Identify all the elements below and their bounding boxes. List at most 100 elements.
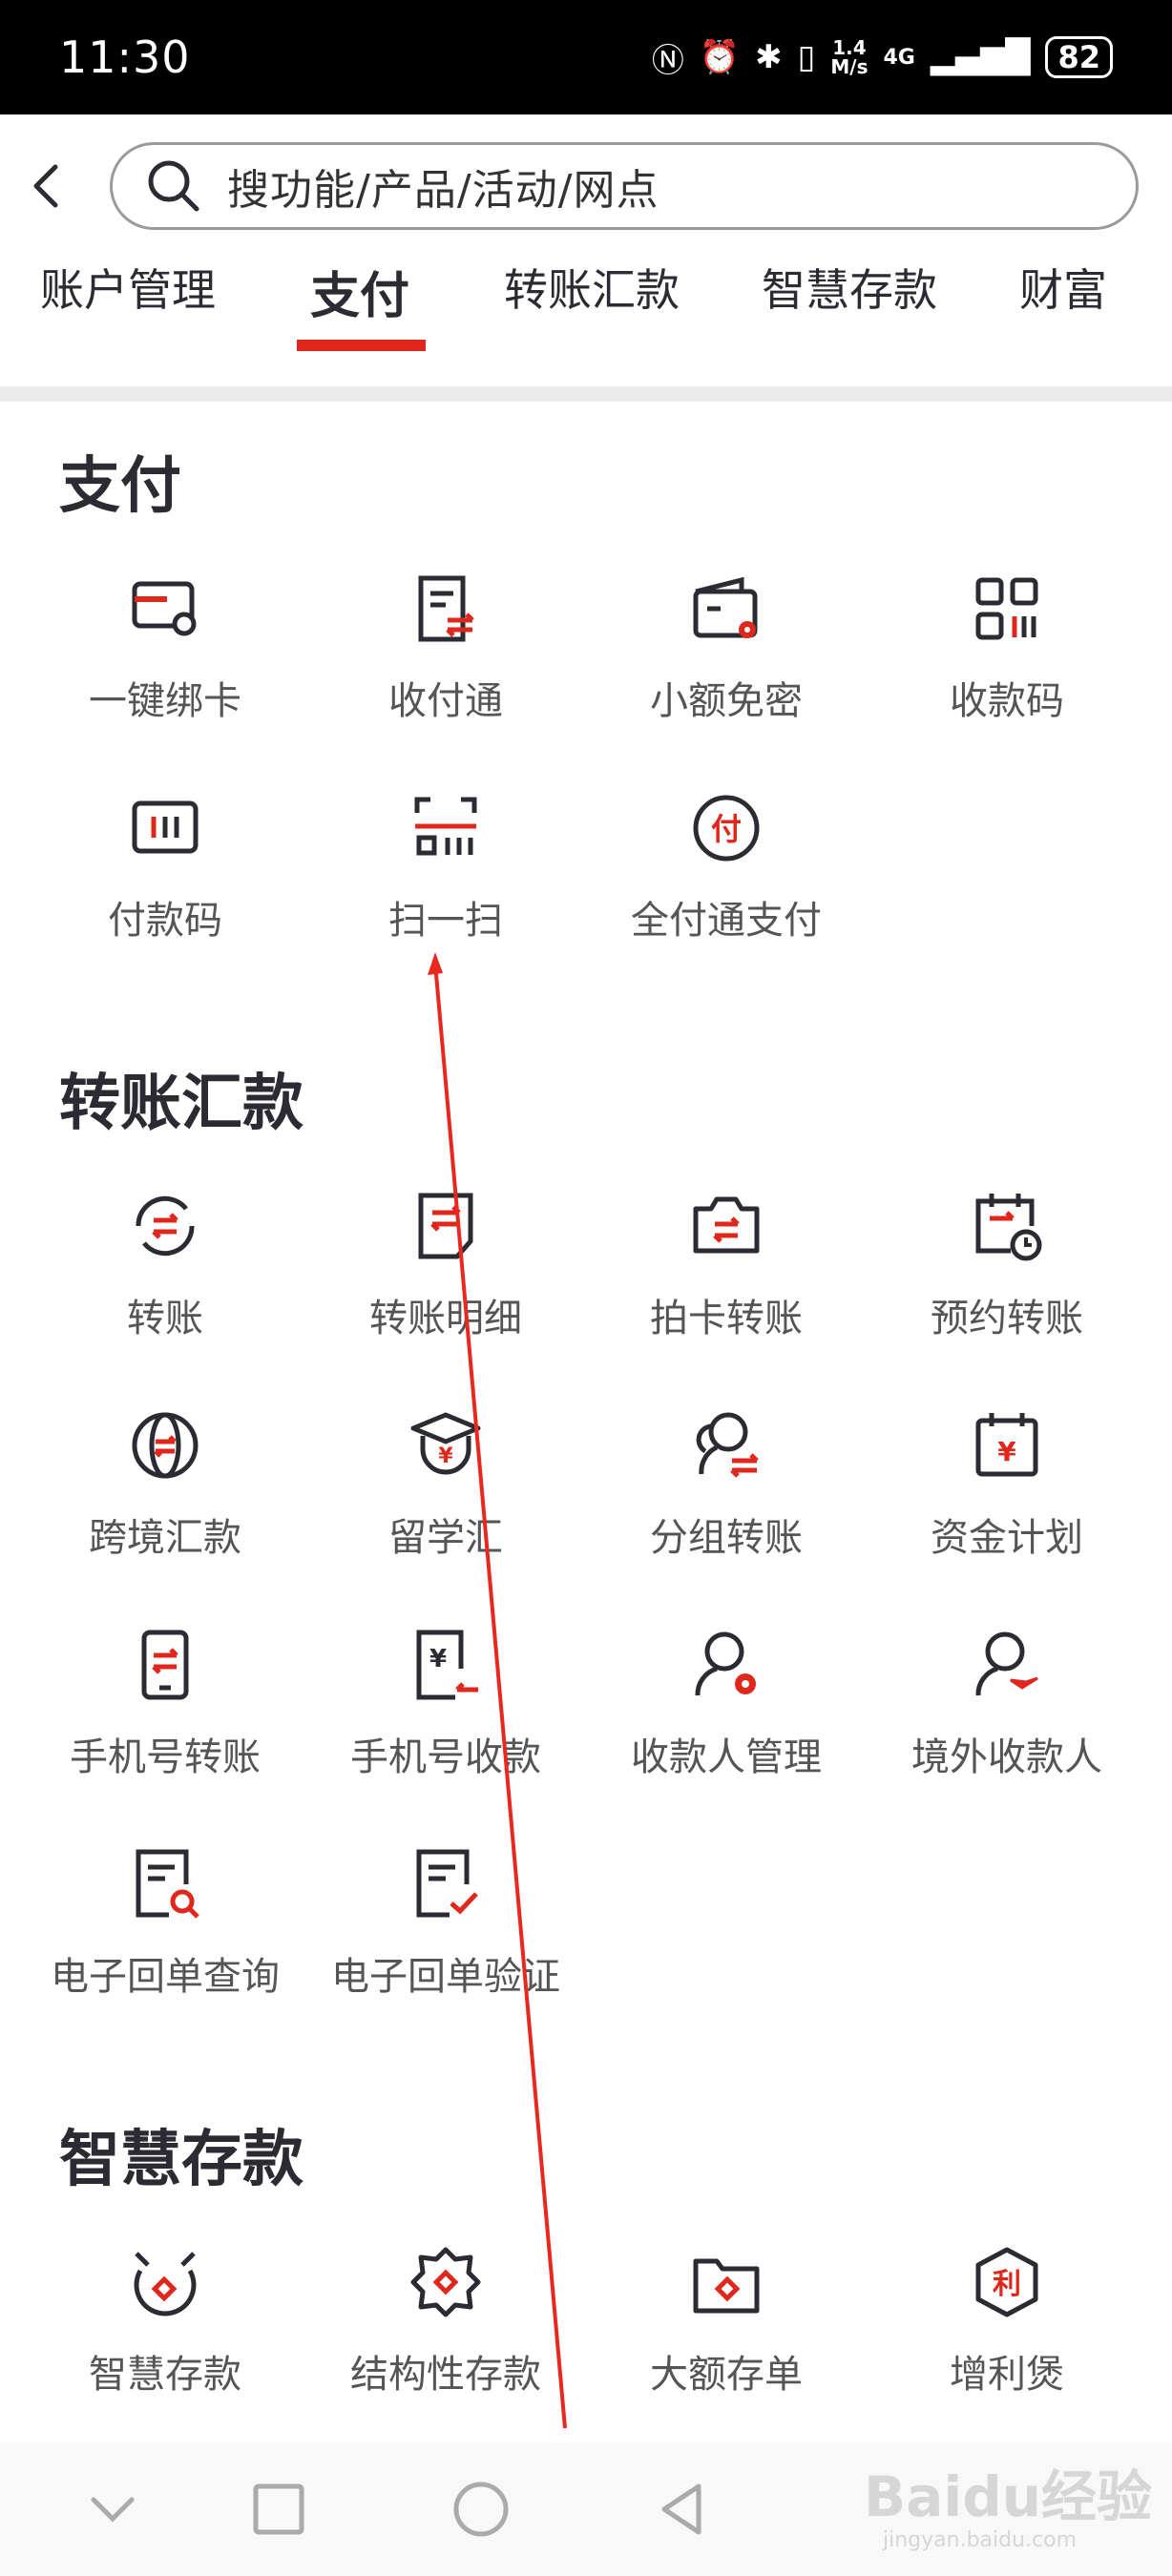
search-input[interactable]: 搜功能/产品/活动/网点 <box>110 142 1139 230</box>
item-label: 电子回单验证 <box>331 1955 560 1999</box>
item-receive-code[interactable]: 收款码 <box>867 571 1147 761</box>
item-scan[interactable]: 扫一扫 <box>305 790 586 981</box>
search-icon <box>148 160 199 212</box>
item-cross-border[interactable]: 跨境汇款 <box>25 1407 305 1598</box>
item-label: 手机号收款 <box>350 1735 541 1779</box>
category-tabs: 账户管理 支付 转账汇款 智慧存款 财富 <box>0 256 1172 361</box>
item-receipt-verify[interactable]: 电子回单验证 <box>305 1846 586 2037</box>
back-triangle-icon[interactable] <box>645 2471 722 2547</box>
item-label: 资金计划 <box>931 1516 1083 1560</box>
item-small-amount[interactable]: 小额免密 <box>586 571 867 761</box>
battery-indicator: 82 <box>1045 36 1113 78</box>
status-bar: 11:30 Ⓝ ⏰ ✱ ▯ 1.4 M/s 4G ▂▄▆█ 82 <box>0 0 1172 114</box>
speed-unit: M/s <box>830 55 869 78</box>
svg-text:付: 付 <box>711 811 742 847</box>
item-receipt-query[interactable]: 电子回单查询 <box>25 1846 305 2037</box>
wallet-settings-icon <box>693 576 758 638</box>
phone-receive-icon: ¥ <box>416 1630 478 1700</box>
overseas-payee-icon <box>975 1631 1038 1696</box>
item-label: 大额存单 <box>650 2353 803 2397</box>
doc-transfer-icon <box>418 575 474 642</box>
network-type: 4G <box>883 45 915 70</box>
card-link-icon <box>132 581 197 636</box>
scan-icon <box>414 797 477 856</box>
item-study-abroad[interactable]: ¥ 留学汇 <box>305 1407 586 1598</box>
camera-card-icon <box>693 1196 760 1254</box>
section-title-smart-deposit: 智慧存款 <box>59 2125 303 2195</box>
item-label: 收付通 <box>388 679 503 723</box>
network-speed: 1.4 M/s <box>830 38 868 76</box>
item-zengli-bao[interactable]: 利 增利煲 <box>867 2244 1147 2435</box>
item-bind-card[interactable]: 一键绑卡 <box>25 571 305 761</box>
item-smart-deposit[interactable]: 智慧存款 <box>25 2244 305 2435</box>
item-phone-receive[interactable]: ¥ 手机号收款 <box>305 1627 586 1818</box>
qr-code-icon <box>975 577 1038 640</box>
item-label: 收款人管理 <box>631 1735 822 1779</box>
payee-settings-icon <box>695 1631 756 1696</box>
item-label: 智慧存款 <box>89 2353 241 2397</box>
transfer-cycle-icon <box>136 1195 195 1257</box>
item-label: 扫一扫 <box>388 899 503 943</box>
section-title-payment: 支付 <box>59 451 181 522</box>
item-group-transfer[interactable]: 分组转账 <box>586 1407 867 1598</box>
active-tab-indicator <box>297 340 426 351</box>
smart-deposit-icon <box>134 2252 197 2316</box>
item-structured-deposit[interactable]: 结构性存款 <box>305 2244 586 2435</box>
back-icon[interactable] <box>21 159 74 213</box>
svg-text:¥: ¥ <box>438 1444 453 1468</box>
item-label: 分组转账 <box>650 1516 803 1560</box>
speed-value: 1.4 <box>832 36 867 59</box>
item-label: 跨境汇款 <box>89 1516 241 1560</box>
item-photo-card-transfer[interactable]: 拍卡转账 <box>586 1188 867 1379</box>
item-payee-management[interactable]: 收款人管理 <box>586 1627 867 1818</box>
tab-smart-deposit[interactable]: 智慧存款 <box>762 256 937 319</box>
item-label: 拍卡转账 <box>650 1297 803 1340</box>
item-shoufutong[interactable]: 收付通 <box>305 571 586 761</box>
nfc-icon: Ⓝ <box>651 41 684 80</box>
status-time: 11:30 <box>59 31 191 83</box>
item-scheduled-transfer[interactable]: 预约转账 <box>867 1188 1147 1379</box>
item-label: 手机号转账 <box>70 1735 261 1779</box>
pay-circle-icon: 付 <box>693 795 760 862</box>
large-deposit-icon <box>693 2258 760 2314</box>
tab-wealth[interactable]: 财富 <box>1019 256 1107 319</box>
item-transfer-detail[interactable]: 转账明细 <box>305 1188 586 1379</box>
vibrate-icon: ▯ <box>797 38 816 76</box>
receipt-verify-icon <box>416 1849 478 1918</box>
tab-payment[interactable]: 支付 <box>310 256 409 327</box>
tab-transfer[interactable]: 转账汇款 <box>504 256 680 319</box>
item-large-deposit[interactable]: 大额存单 <box>586 2244 867 2435</box>
chevron-down-icon[interactable] <box>74 2471 151 2547</box>
interest-badge-icon: 利 <box>975 2247 1038 2317</box>
item-overseas-payee[interactable]: 境外收款人 <box>867 1627 1147 1818</box>
section-divider <box>0 386 1172 402</box>
item-phone-transfer[interactable]: 手机号转账 <box>25 1627 305 1818</box>
item-fund-plan[interactable]: ¥ 资金计划 <box>867 1407 1147 1598</box>
item-pay-code[interactable]: 付款码 <box>25 790 305 981</box>
watermark: Baidu经验 <box>864 2464 1153 2529</box>
home-icon[interactable] <box>443 2471 519 2547</box>
section-title-transfer: 转账汇款 <box>59 1069 303 1139</box>
top-bar: 搜功能/产品/活动/网点 <box>0 138 1172 234</box>
item-label: 一键绑卡 <box>89 679 241 723</box>
tab-account[interactable]: 账户管理 <box>40 256 216 319</box>
graduate-icon: ¥ <box>410 1412 481 1475</box>
item-label: 电子回单查询 <box>51 1955 280 1999</box>
group-transfer-icon <box>696 1412 759 1478</box>
item-label: 小额免密 <box>650 679 803 723</box>
globe-transfer-icon <box>132 1412 199 1479</box>
item-label: 预约转账 <box>931 1297 1083 1340</box>
calendar-clock-icon <box>975 1194 1042 1261</box>
status-icons: Ⓝ ⏰ ✱ ▯ 1.4 M/s 4G ▂▄▆█ 82 <box>652 34 1113 81</box>
item-quanfutong[interactable]: 付 全付通支付 <box>586 790 867 981</box>
bluetooth-icon: ✱ <box>755 38 783 76</box>
interest-badge-text: 利 <box>993 2268 1021 2301</box>
item-label: 转账 <box>127 1297 203 1340</box>
calendar-yuan-icon: ¥ <box>975 1413 1038 1477</box>
svg-text:¥: ¥ <box>997 1436 1016 1467</box>
item-transfer[interactable]: 转账 <box>25 1188 305 1379</box>
item-label: 结构性存款 <box>350 2353 541 2397</box>
recents-icon[interactable] <box>241 2471 317 2547</box>
svg-text:¥: ¥ <box>429 1645 447 1673</box>
receipt-search-icon <box>136 1849 199 1919</box>
